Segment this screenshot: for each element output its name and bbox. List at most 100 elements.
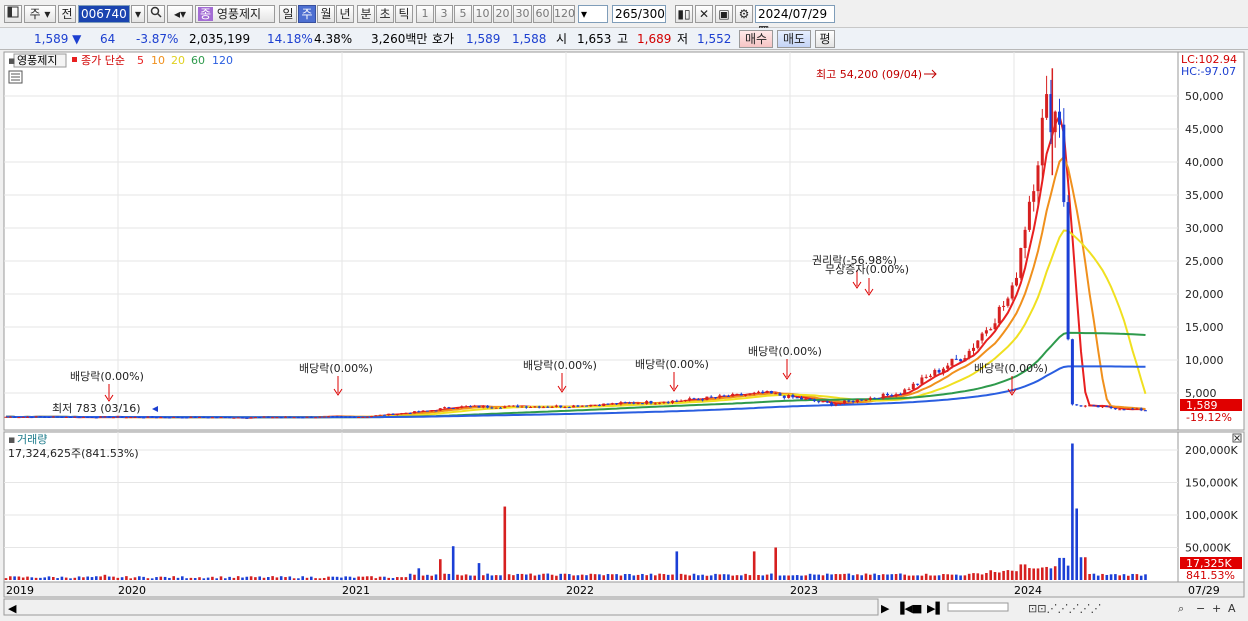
tab-tick[interactable]: 틱	[395, 5, 413, 23]
candle-body	[314, 417, 318, 419]
volume-bar	[1144, 574, 1147, 580]
candle-body	[1058, 111, 1061, 125]
dividend-annotation-6: 배당락(0.00%)	[974, 362, 1048, 375]
zoom-in-icon[interactable]: +	[1212, 602, 1221, 615]
volume-bar	[430, 575, 433, 580]
minute-option-60[interactable]: 60	[533, 5, 552, 23]
stock-badge: 종	[198, 7, 214, 21]
candle-body	[1015, 277, 1018, 286]
candle-body	[924, 376, 928, 378]
candle-body	[477, 405, 481, 408]
scroll-right-icon[interactable]: ▶	[881, 602, 890, 615]
legend-ma-prefix: 종가 단순	[81, 54, 125, 67]
volume-bar	[107, 576, 111, 580]
gear-icon[interactable]: ⚙	[735, 5, 753, 23]
date-input[interactable]: 2024/07/29 ▦	[755, 5, 835, 37]
scroll-left-icon[interactable]: ◀	[8, 602, 17, 615]
candle-body	[757, 391, 760, 393]
volume-bar	[297, 578, 300, 580]
candle-body	[357, 417, 361, 419]
volume-bar	[864, 573, 868, 580]
volume-bar	[662, 574, 666, 580]
tab-month[interactable]: 월	[317, 5, 335, 23]
volume-bar	[404, 577, 408, 580]
volume-bar	[585, 575, 588, 580]
volume-tick-label: 150,000K	[1185, 477, 1238, 490]
current-price-pct-label: -19.12%	[1186, 411, 1232, 424]
count-input[interactable]: 265/300	[612, 5, 666, 23]
jump-start-icon[interactable]: ▐◀	[896, 601, 913, 615]
candle-body	[701, 399, 705, 401]
tab-second[interactable]: 초	[376, 5, 394, 23]
volume-bar	[99, 576, 102, 580]
volume-bar	[486, 573, 489, 580]
stop-icon[interactable]: ■	[912, 602, 922, 615]
candle-icon[interactable]: ▮▯	[675, 5, 693, 23]
volume-bar	[632, 575, 636, 580]
tab-year[interactable]: 년	[336, 5, 354, 23]
volume-bar	[258, 576, 261, 580]
volume-bar	[305, 577, 309, 580]
candle-body	[193, 416, 197, 418]
candle-body	[86, 416, 90, 418]
zoom-out-icon[interactable]: −	[1196, 602, 1205, 615]
horizontal-scrollbar[interactable]	[3, 598, 879, 616]
window-menu-icon[interactable]	[4, 5, 22, 23]
stock-code-input[interactable]: 006740	[78, 5, 130, 23]
volume-bar	[770, 573, 773, 580]
volume-bar	[516, 573, 519, 580]
x-label-current: 07/29	[1188, 584, 1220, 597]
candle-body	[318, 416, 322, 418]
volume-bar	[821, 575, 825, 580]
tab-day[interactable]: 일	[279, 5, 297, 23]
candle-body	[460, 406, 464, 408]
volume-bar	[327, 576, 330, 580]
sell-button[interactable]: 매도	[777, 30, 811, 48]
sound-icon[interactable]: ◂▾	[167, 5, 193, 23]
volume-bar	[331, 576, 335, 580]
volume-bar	[881, 574, 885, 580]
candle-body	[417, 411, 421, 413]
crosshair-icon[interactable]: ✕	[695, 5, 713, 23]
search-icon[interactable]	[147, 5, 165, 23]
jeon-button[interactable]: 전	[58, 5, 76, 23]
minute-option-10[interactable]: 10	[473, 5, 492, 23]
volume-bar	[236, 576, 240, 580]
save-icon[interactable]: ▣	[715, 5, 733, 23]
tab-week[interactable]: 주	[298, 5, 316, 23]
chart-tool-icons[interactable]: ⊡⊡⋰⋰⋰⋰⋰	[1028, 602, 1101, 615]
minute-option-5[interactable]: 5	[454, 5, 472, 23]
volume-bar	[1062, 557, 1066, 580]
zoom-slider[interactable]	[947, 602, 1009, 612]
candle-body	[232, 417, 236, 419]
volume-bar	[1010, 570, 1014, 580]
minute-option-120[interactable]: 120	[553, 5, 575, 23]
volume-bar	[649, 573, 653, 580]
custom-period-select[interactable]: ▾	[578, 5, 608, 23]
volume-bar	[851, 575, 855, 580]
minute-option-1[interactable]: 1	[416, 5, 434, 23]
buy-button[interactable]: 매수	[739, 30, 773, 48]
minute-option-20[interactable]: 20	[493, 5, 512, 23]
period-type-select[interactable]: 주 ▾	[24, 5, 56, 23]
candle-body	[305, 416, 309, 418]
candle-body	[984, 330, 988, 334]
stock-chart[interactable]: 50,000 45,000 40,000 35,000 30,000 25,000 20,0…	[0, 50, 1248, 621]
minute-option-3[interactable]: 3	[435, 5, 453, 23]
candle-body	[890, 395, 894, 397]
candle-body	[628, 402, 631, 404]
candle-body	[486, 405, 490, 408]
volume-bar	[838, 574, 842, 580]
chevron-down-icon[interactable]: ▾	[131, 5, 145, 23]
minute-option-30[interactable]: 30	[513, 5, 532, 23]
volume-bar	[417, 568, 421, 580]
tab-minute[interactable]: 분	[357, 5, 375, 23]
legend-stock-name: 영풍제지	[17, 54, 57, 67]
jump-end-icon[interactable]: ▶▌	[927, 601, 944, 615]
zoom-search-icon[interactable]: ⌕	[1178, 602, 1184, 615]
price-axis-panel	[1177, 51, 1245, 431]
volume-bar	[615, 574, 618, 580]
font-size-icon[interactable]: A	[1228, 602, 1236, 615]
eval-button[interactable]: 평	[815, 30, 835, 48]
stock-name-field[interactable]: 종 영풍제지	[195, 5, 275, 23]
